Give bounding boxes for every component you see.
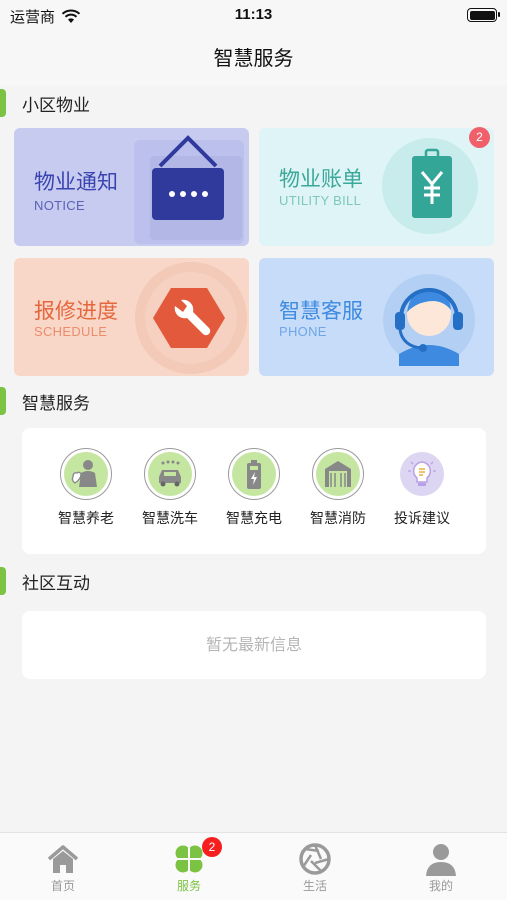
service-icon-frame (144, 448, 196, 500)
tab-life-label: 生活 (302, 879, 327, 893)
status-bar: 运营商 11:13 (0, 0, 507, 30)
section-services-header: 智慧服务 (0, 386, 90, 416)
service-complaints[interactable]: 投诉建议 (380, 448, 464, 528)
service-elderly-care-label: 智慧养老 (58, 511, 114, 527)
service-icon-frame (228, 448, 280, 500)
service-charging[interactable]: 智慧充电 (212, 448, 296, 528)
tab-mine[interactable]: 我的 (378, 833, 504, 900)
fire-station-icon (325, 461, 351, 487)
card-bill-subtitle: UTILITY BILL (279, 193, 362, 208)
service-car-wash-label: 智慧洗车 (142, 511, 198, 527)
tab-home-label: 首页 (50, 879, 75, 893)
service-fire-safety-label: 智慧消防 (310, 511, 366, 527)
screen: 运营商 11:13 智慧服务 小区物业 物业通知 NOTICE 物业账单 UTI… (0, 0, 507, 900)
community-empty-state: 暂无最新信息 (22, 611, 486, 679)
wrench-icon (135, 262, 247, 374)
card-utility-bill[interactable]: 物业账单 UTILITY BILL (259, 128, 494, 246)
home-icon (47, 845, 79, 873)
card-repair-subtitle: SCHEDULE (34, 324, 108, 339)
card-phone-subtitle: PHONE (279, 324, 327, 339)
card-bill-title: 物业账单 (279, 167, 363, 191)
section-services-title: 智慧服务 (22, 393, 90, 414)
service-complaints-label: 投诉建议 (394, 511, 450, 527)
card-repair-schedule[interactable]: 报修进度 SCHEDULE (14, 258, 249, 376)
lightbulb-icon (408, 461, 436, 486)
community-empty-text: 暂无最新信息 (205, 635, 302, 654)
service-icon-bg (400, 452, 444, 496)
tab-services[interactable]: 2 服务 (126, 833, 252, 900)
tab-life[interactable]: 生活 (252, 833, 378, 900)
user-icon (426, 844, 456, 876)
aperture-icon (299, 843, 331, 875)
headset-agent-icon (383, 274, 475, 366)
services-panel: 智慧养老 智慧洗车 智慧充电 智慧消防 投诉建议 (22, 428, 486, 554)
tab-bar: 首页 2 服务 生活 我的 (0, 832, 507, 900)
card-phone-title: 智慧客服 (279, 299, 363, 323)
section-accent-bar (0, 567, 6, 595)
section-property-header: 小区物业 (0, 88, 90, 118)
service-icon-frame (396, 448, 448, 500)
tab-home[interactable]: 首页 (0, 833, 126, 900)
tab-services-badge: 2 (202, 837, 222, 857)
car-wash-icon (159, 460, 181, 487)
battery-icon (467, 8, 500, 22)
service-icon-bg (148, 452, 192, 496)
service-fire-safety[interactable]: 智慧消防 (296, 448, 380, 528)
service-elderly-care[interactable]: 智慧养老 (44, 448, 128, 528)
battery-charge-icon (247, 460, 261, 489)
page-title: 智慧服务 (213, 46, 294, 70)
service-car-wash[interactable]: 智慧洗车 (128, 448, 212, 528)
card-property-notice[interactable]: 物业通知 NOTICE (14, 128, 249, 246)
service-icon-bg (316, 452, 360, 496)
card-notice-subtitle: NOTICE (34, 198, 85, 213)
section-community-title: 社区互动 (22, 573, 90, 594)
card-smart-customer-service[interactable]: 智慧客服 PHONE (259, 258, 494, 376)
card-notice-title: 物业通知 (34, 170, 118, 194)
section-community-header: 社区互动 (0, 566, 90, 596)
nav-bar: 智慧服务 (0, 30, 507, 86)
card-repair-title: 报修进度 (34, 299, 118, 323)
tab-mine-label: 我的 (428, 879, 453, 893)
bulletin-board-icon (134, 135, 244, 244)
service-icon-bg (232, 452, 276, 496)
elderly-care-icon (71, 460, 97, 487)
tab-services-label: 服务 (176, 879, 201, 893)
service-icon-bg (64, 452, 108, 496)
bill-unread-badge: 2 (469, 127, 490, 148)
section-accent-bar (0, 387, 6, 415)
service-charging-label: 智慧充电 (226, 511, 282, 527)
section-accent-bar (0, 89, 6, 117)
service-icon-frame (312, 448, 364, 500)
service-icon-frame (60, 448, 112, 500)
section-property-title: 小区物业 (22, 95, 90, 116)
status-time: 11:13 (234, 6, 273, 23)
